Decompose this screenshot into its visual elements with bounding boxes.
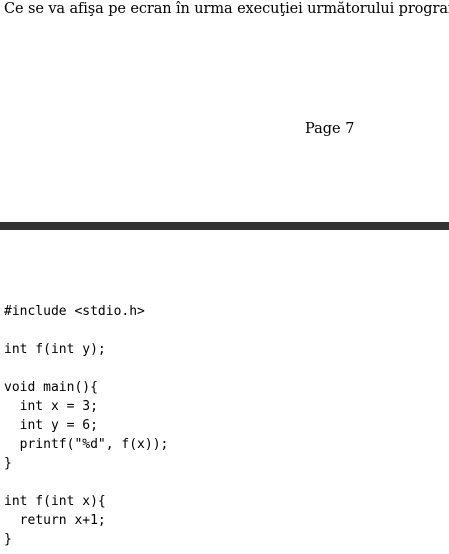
code-listing: #include <stdio.h> int f(int y); void main… (4, 302, 168, 549)
code-line: int y = 6; (4, 418, 98, 433)
page-separator (0, 222, 449, 230)
code-line: void main(){ (4, 380, 98, 395)
code-line: int f(int y); (4, 342, 106, 357)
code-line: } (4, 532, 12, 547)
code-line: return x+1; (4, 513, 106, 528)
question-text: Ce se va afişa pe ecran în urma execuţie… (4, 1, 449, 17)
code-line: } (4, 456, 12, 471)
code-line: #include <stdio.h> (4, 304, 145, 319)
code-line: int x = 3; (4, 399, 98, 414)
code-line: int f(int x){ (4, 494, 106, 509)
page-number: Page 7 (305, 121, 355, 137)
code-line: printf("%d", f(x)); (4, 437, 169, 452)
